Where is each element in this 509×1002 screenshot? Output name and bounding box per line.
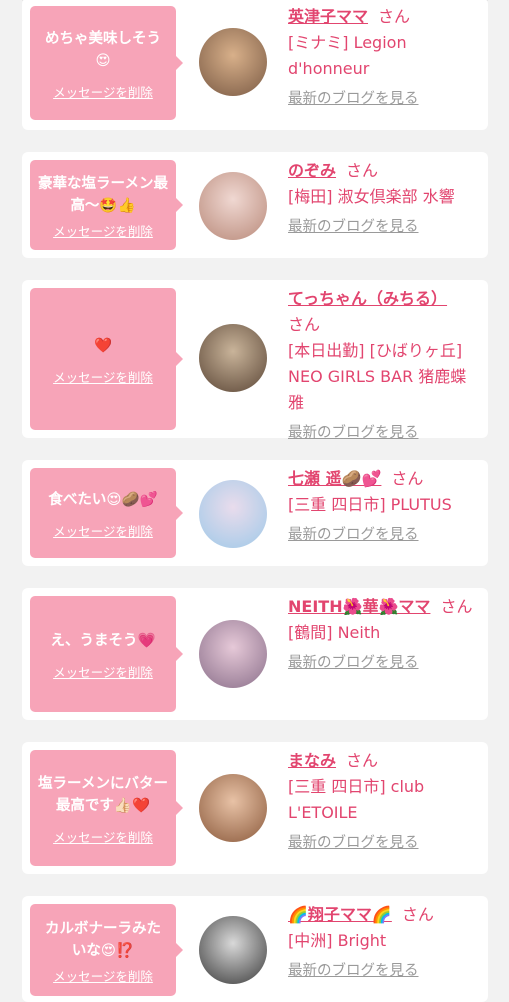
shop-name: [梅田] 淑女倶楽部 水響 [288,187,455,206]
sender-name-link[interactable]: 英津子ママ [288,7,368,26]
sender-name-link[interactable]: てっちゃん（みちる） [288,289,447,308]
shop-name: [三重 四日市] club L'ETOILE [288,777,425,822]
sender-name-link[interactable]: のぞみ [288,161,336,180]
avatar[interactable] [199,28,267,96]
honorific: さん [401,905,434,924]
latest-blog-link[interactable]: 最新のブログを見る [288,958,419,984]
message-card: 食べたい😍🥔💕 メッセージを削除 七瀬 遥🥔💕 さん [三重 四日市] PLUTU… [22,460,488,566]
sender-info: のぞみ さん [梅田] 淑女倶楽部 水響 最新のブログを見る [288,158,482,240]
message-card: え、うまそう💗 メッセージを削除 NEITH🌺華🌺ママ さん [鶴間] Neith… [22,588,488,720]
latest-blog-link[interactable]: 最新のブログを見る [288,830,419,856]
message-card: 塩ラーメンにバター最高です👍🏻❤️ メッセージを削除 まなみ さん [三重 四日市… [22,742,488,874]
avatar[interactable] [199,620,267,688]
message-card: めちゃ美味しそう😍 メッセージを削除 英津子ママ さん [ミナミ] Legion … [22,0,488,130]
message-card: ❤️ メッセージを削除 てっちゃん（みちる） さん [本日出勤] [ひばりヶ丘]… [22,280,488,441]
message-bubble: カルボナーラみたいな😍⁉️ メッセージを削除 [30,904,183,996]
avatar[interactable] [199,480,267,548]
shop-name: [鶴間] Neith [288,623,381,642]
latest-blog-link[interactable]: 最新のブログを見る [288,214,419,240]
message-text: カルボナーラみたいな😍⁉️ [45,920,161,959]
avatar[interactable] [199,324,267,392]
honorific: さん [440,597,473,616]
delete-message-link[interactable]: メッセージを削除 [53,827,153,846]
message-bubble: 塩ラーメンにバター最高です👍🏻❤️ メッセージを削除 [30,750,183,866]
sender-info: まなみ さん [三重 四日市] club L'ETOILE 最新のブログを見る [288,748,482,856]
shop-name: [三重 四日市] PLUTUS [288,495,452,514]
message-text: 塩ラーメンにバター最高です👍🏻❤️ [38,775,168,814]
avatar[interactable] [199,172,267,240]
delete-message-link[interactable]: メッセージを削除 [53,662,153,681]
message-bubble: 食べたい😍🥔💕 メッセージを削除 [30,468,183,558]
avatar[interactable] [199,916,267,984]
sender-info: てっちゃん（みちる） さん [本日出勤] [ひばりヶ丘] NEO GIRLS B… [288,286,482,446]
sender-name-link[interactable]: NEITH🌺華🌺ママ [288,597,430,616]
honorific: さん [346,751,379,770]
shop-name: [本日出勤] [ひばりヶ丘] NEO GIRLS BAR 猪鹿蝶 雅 [288,341,467,412]
latest-blog-link[interactable]: 最新のブログを見る [288,420,419,446]
message-text: 豪華な塩ラーメン最高〜🤩👍 [38,175,168,214]
delete-message-link[interactable]: メッセージを削除 [53,367,153,386]
message-bubble: え、うまそう💗 メッセージを削除 [30,596,183,712]
delete-message-link[interactable]: メッセージを削除 [53,521,153,540]
latest-blog-link[interactable]: 最新のブログを見る [288,650,419,676]
message-bubble: 豪華な塩ラーメン最高〜🤩👍 メッセージを削除 [30,160,183,250]
honorific: さん [378,7,411,26]
message-card: カルボナーラみたいな😍⁉️ メッセージを削除 🌈翔子ママ🌈 さん [中洲] Bri… [22,896,488,1002]
message-bubble: めちゃ美味しそう😍 メッセージを削除 [30,6,183,120]
sender-name-link[interactable]: 七瀬 遥🥔💕 [288,469,381,488]
message-text: ❤️ [93,337,113,354]
message-text: え、うまそう💗 [50,632,156,649]
delete-message-link[interactable]: メッセージを削除 [53,966,153,985]
sender-name-link[interactable]: まなみ [288,751,336,770]
sender-info: 🌈翔子ママ🌈 さん [中洲] Bright 最新のブログを見る [288,902,482,984]
delete-message-link[interactable]: メッセージを削除 [53,82,153,101]
honorific: さん [288,315,321,334]
sender-info: NEITH🌺華🌺ママ さん [鶴間] Neith 最新のブログを見る [288,594,482,676]
avatar[interactable] [199,774,267,842]
delete-message-link[interactable]: メッセージを削除 [53,221,153,240]
message-card: 豪華な塩ラーメン最高〜🤩👍 メッセージを削除 のぞみ さん [梅田] 淑女倶楽部 … [22,152,488,258]
sender-info: 七瀬 遥🥔💕 さん [三重 四日市] PLUTUS 最新のブログを見る [288,466,482,548]
sender-name-link[interactable]: 🌈翔子ママ🌈 [288,905,392,924]
shop-name: [ミナミ] Legion d'honneur [288,33,407,78]
shop-name: [中洲] Bright [288,931,387,950]
sender-info: 英津子ママ さん [ミナミ] Legion d'honneur 最新のブログを見る [288,4,482,112]
message-text: 食べたい😍🥔💕 [48,491,158,508]
latest-blog-link[interactable]: 最新のブログを見る [288,522,419,548]
honorific: さん [391,469,424,488]
message-text: めちゃ美味しそう😍 [45,30,161,69]
latest-blog-link[interactable]: 最新のブログを見る [288,86,419,112]
message-bubble: ❤️ メッセージを削除 [30,288,183,430]
honorific: さん [346,161,379,180]
